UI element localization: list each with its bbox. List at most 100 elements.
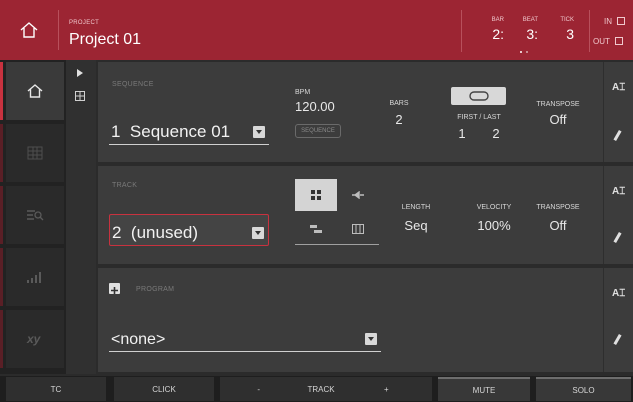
solo-button[interactable]: SOLO [536,377,631,401]
bpm-source-button[interactable]: SEQUENCE [295,124,341,138]
pencil-icon[interactable] [613,231,622,244]
midi-out-indicator: OUT [593,37,623,46]
track-dropdown-text: 2 (unused) [112,223,198,243]
tick-counter[interactable]: TICK 3 [552,17,574,42]
keygroup-icon [310,224,322,233]
length-value[interactable]: Seq [394,218,438,233]
sequence-panel: SEQUENCE 1 Sequence 01 BPM 120.00 SEQUEN… [98,62,633,162]
beat-indicator [520,51,530,54]
midi-in-label: IN [604,17,612,26]
home-icon [27,84,43,98]
xy-icon: xy [26,332,42,346]
header-divider [58,10,59,50]
sequence-dropdown[interactable]: 1 Sequence 01 [109,115,269,145]
midi-in-indicator: IN [604,17,625,26]
chevron-down-icon [252,227,264,239]
midi-in-box [617,17,625,25]
sub-nav [66,60,96,374]
beat-value: 3: [526,26,538,42]
keyboard-icon [352,224,364,234]
sequence-name: Sequence 01 [129,122,231,141]
level-bars-icon [27,272,41,283]
plus-icon [111,287,118,294]
play-arrow-icon[interactable] [77,69,83,77]
track-side-tools: A⌶ [603,166,633,264]
last-value[interactable]: 2 [486,126,506,141]
velocity-value[interactable]: 100% [466,218,522,233]
nav-tab-main[interactable] [0,62,64,120]
track-minus-button[interactable]: - [220,377,296,401]
rename-icon[interactable]: A⌶ [612,186,625,197]
home-icon [20,22,38,38]
track-plus-button[interactable]: + [346,377,432,401]
bars-label: BARS [389,100,409,107]
home-button[interactable] [0,0,58,60]
pad-grid-icon [311,190,321,200]
bpm-label: BPM [295,89,311,96]
beat-counter[interactable]: BEAT 3: [516,17,538,42]
pencil-icon[interactable] [613,129,622,142]
chevron-down-icon [365,333,377,345]
rename-icon[interactable]: A⌶ [612,82,625,93]
header-divider [589,10,590,52]
sequence-transpose-label: TRANSPOSE [536,101,580,108]
beat-label: BEAT [522,17,538,23]
mute-button[interactable]: MUTE [438,377,530,401]
project-name[interactable]: Project 01 [69,31,141,49]
track-transpose-label: TRANSPOSE [536,204,580,211]
program-dropdown[interactable]: <none> [109,324,381,352]
bar-counter[interactable]: BAR 2: [482,17,504,42]
program-panel: PROGRAM <none> A⌶ [98,268,633,372]
bars-value[interactable]: 2 [381,112,417,127]
plugin-arrow-icon [352,191,364,199]
sequence-side-tools: A⌶ [603,62,633,162]
mixer-search-icon [27,210,44,221]
function-button-bar: TC CLICK - TRACK + MUTE SOLO [0,376,633,402]
grid-icon [27,146,43,160]
track-section-label: TRACK [112,182,138,189]
track-type-drum-button[interactable] [295,179,337,211]
bar-value: 2: [492,26,504,42]
first-value[interactable]: 1 [452,126,472,141]
sequence-section-label: SEQUENCE [112,81,154,88]
first-last-label: FIRST / LAST [457,114,501,121]
midi-out-box [614,37,623,45]
mode-sidebar: xy [0,60,66,374]
add-program-button[interactable] [109,283,120,294]
program-section-label: PROGRAM [136,286,175,293]
program-value: <none> [111,331,166,348]
track-type-keygroup-button[interactable] [295,213,337,245]
sequence-transpose-value[interactable]: Off [530,112,586,127]
header-divider [461,10,462,52]
rename-icon[interactable]: A⌶ [612,288,625,299]
tick-value: 3 [566,26,574,42]
track-panel: TRACK 2 (unused) LENGTH Seq VELOCITY 100… [98,166,633,264]
click-button[interactable]: CLICK [114,377,214,401]
loop-icon [469,91,489,101]
track-type-selector [295,177,379,245]
svg-text:xy: xy [26,332,42,346]
velocity-label: VELOCITY [476,204,512,211]
loop-toggle-button[interactable] [451,87,506,105]
project-label: PROJECT [69,20,100,26]
track-name: (unused) [130,223,199,242]
bpm-value[interactable]: 120.00 [295,99,335,114]
bar-label: BAR [491,17,504,23]
program-side-tools: A⌶ [603,268,633,372]
pad-grid-icon[interactable] [75,91,85,101]
nav-tab-xy[interactable]: xy [0,310,64,368]
sequence-dropdown-text: 1 Sequence 01 [111,122,230,142]
sequence-number: 1 [111,122,121,141]
tc-button[interactable]: TC [6,377,106,401]
track-type-plugin-button[interactable] [337,179,379,211]
nav-tab-mixer[interactable] [0,186,64,244]
length-label: LENGTH [401,204,431,211]
pencil-icon[interactable] [613,333,622,346]
track-number: 2 [112,223,122,242]
track-dropdown[interactable]: 2 (unused) [109,214,269,246]
nav-tab-grid[interactable] [0,124,64,182]
track-transpose-value[interactable]: Off [530,218,586,233]
midi-out-label: OUT [593,37,610,46]
track-type-midi-button[interactable] [337,213,379,245]
nav-tab-levels[interactable] [0,248,64,306]
